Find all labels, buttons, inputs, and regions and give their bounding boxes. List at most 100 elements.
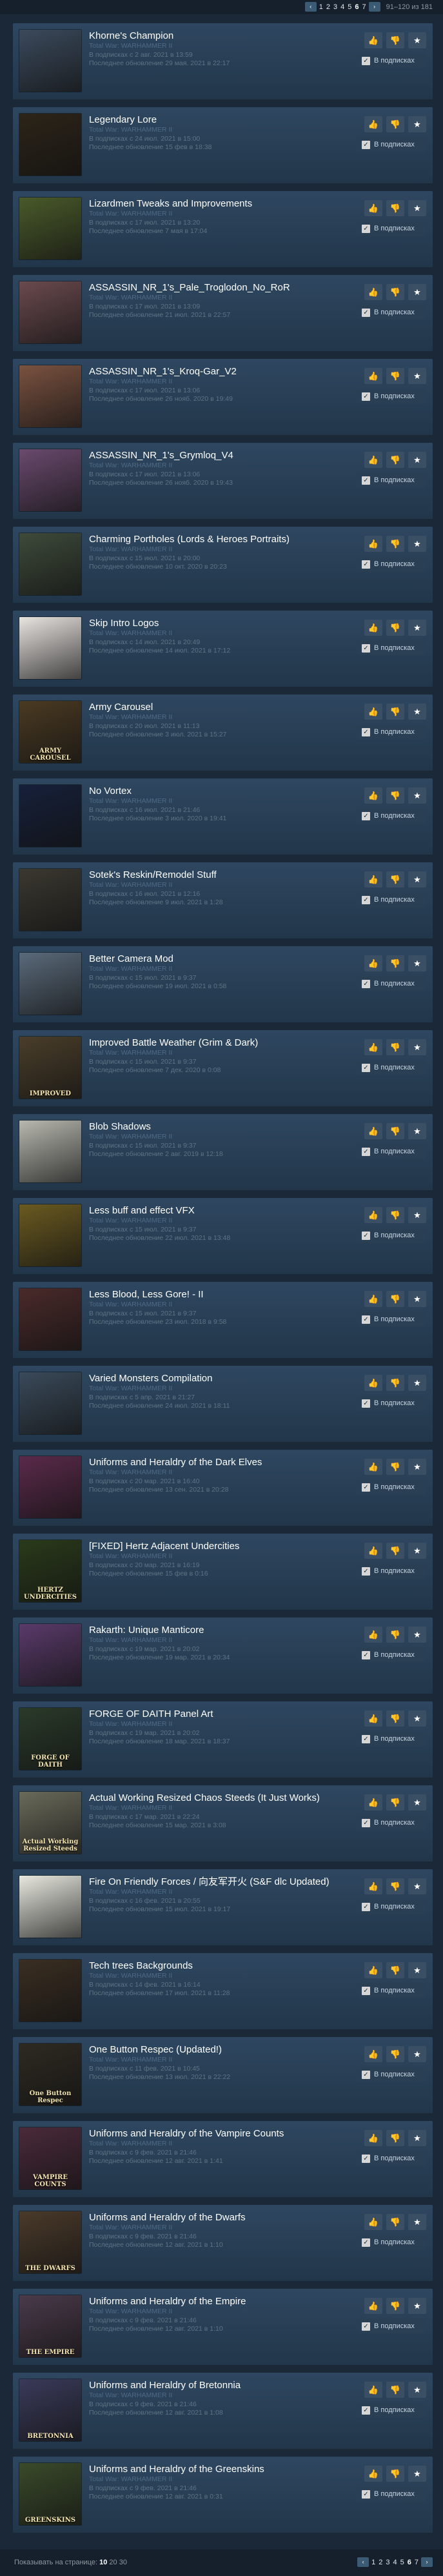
item-thumbnail[interactable] bbox=[19, 449, 81, 511]
thumbs-down-button[interactable]: 👎 bbox=[386, 1627, 404, 1643]
thumbs-down-button[interactable]: 👎 bbox=[386, 368, 404, 384]
prev-page-button-bottom[interactable]: ‹ bbox=[357, 2557, 369, 2567]
item-thumbnail[interactable] bbox=[19, 198, 81, 259]
thumbs-down-button[interactable]: 👎 bbox=[386, 704, 404, 720]
item-title[interactable]: Uniforms and Heraldry of Bretonnia bbox=[89, 2379, 350, 2391]
subscribed-toggle[interactable]: ✓ В подписках bbox=[357, 1816, 426, 1830]
item-thumbnail[interactable]: THE DWARFS bbox=[19, 2211, 81, 2273]
item-title[interactable]: Uniforms and Heraldry of the Vampire Cou… bbox=[89, 2127, 350, 2140]
thumbs-down-button[interactable]: 👎 bbox=[386, 1039, 404, 1055]
favorite-star-button[interactable]: ★ bbox=[408, 116, 426, 132]
thumbs-up-button[interactable]: 👍 bbox=[364, 1710, 382, 1727]
thumbs-down-button[interactable]: 👎 bbox=[386, 1207, 404, 1223]
item-thumbnail[interactable]: FORGE OF DAITH bbox=[19, 1708, 81, 1770]
item-title[interactable]: Uniforms and Heraldry of the Empire bbox=[89, 2295, 350, 2307]
item-thumbnail[interactable] bbox=[19, 533, 81, 595]
favorite-star-button[interactable]: ★ bbox=[408, 536, 426, 552]
subscribed-toggle[interactable]: ✓ В подписках bbox=[357, 473, 426, 487]
page-link-3[interactable]: 3 bbox=[333, 3, 338, 11]
subscribed-toggle[interactable]: ✓ В подписках bbox=[357, 1312, 426, 1326]
thumbs-down-button[interactable]: 👎 bbox=[386, 1459, 404, 1475]
favorite-star-button[interactable]: ★ bbox=[408, 1459, 426, 1475]
subscribed-toggle[interactable]: ✓ В подписках bbox=[357, 1060, 426, 1075]
thumbs-up-button[interactable]: 👍 bbox=[364, 536, 382, 552]
item-title[interactable]: Charming Portholes (Lords & Heroes Portr… bbox=[89, 533, 350, 545]
thumbs-up-button[interactable]: 👍 bbox=[364, 2130, 382, 2146]
favorite-star-button[interactable]: ★ bbox=[408, 871, 426, 887]
thumbs-down-button[interactable]: 👎 bbox=[386, 1291, 404, 1307]
favorite-star-button[interactable]: ★ bbox=[408, 32, 426, 48]
subscribed-toggle[interactable]: ✓ В подписках bbox=[357, 809, 426, 823]
thumbs-up-button[interactable]: 👍 bbox=[364, 284, 382, 300]
thumbs-up-button[interactable]: 👍 bbox=[364, 1962, 382, 1978]
item-thumbnail[interactable]: BRETONNIA bbox=[19, 2379, 81, 2441]
item-thumbnail[interactable] bbox=[19, 30, 81, 92]
subscribed-toggle[interactable]: ✓ В подписках bbox=[357, 557, 426, 571]
thumbs-up-button[interactable]: 👍 bbox=[364, 2298, 382, 2314]
item-title[interactable]: Fire On Friendly Forces / 向友军开火 (S&F dlc… bbox=[89, 1876, 350, 1888]
thumbs-up-button[interactable]: 👍 bbox=[364, 200, 382, 216]
page-link-1-bottom[interactable]: 1 bbox=[371, 2559, 376, 2566]
favorite-star-button[interactable]: ★ bbox=[408, 704, 426, 720]
item-title[interactable]: [FIXED] Hertz Adjacent Undercities bbox=[89, 1540, 350, 1552]
thumbs-up-button[interactable]: 👍 bbox=[364, 1375, 382, 1391]
thumbs-down-button[interactable]: 👎 bbox=[386, 1543, 404, 1559]
page-link-5[interactable]: 5 bbox=[347, 3, 352, 11]
favorite-star-button[interactable]: ★ bbox=[408, 1375, 426, 1391]
page-link-4[interactable]: 4 bbox=[340, 3, 345, 11]
thumbs-up-button[interactable]: 👍 bbox=[364, 2214, 382, 2230]
thumbs-up-button[interactable]: 👍 bbox=[364, 1543, 382, 1559]
prev-page-button[interactable]: ‹ bbox=[304, 2, 317, 12]
thumbs-up-button[interactable]: 👍 bbox=[364, 116, 382, 132]
subscribed-toggle[interactable]: ✓ В подписках bbox=[357, 2319, 426, 2333]
per-page-30[interactable]: 30 bbox=[119, 2559, 127, 2566]
subscribed-toggle[interactable]: ✓ В подписках bbox=[357, 137, 426, 152]
thumbs-up-button[interactable]: 👍 bbox=[364, 955, 382, 971]
subscribed-toggle[interactable]: ✓ В подписках bbox=[357, 1983, 426, 1998]
subscribed-toggle[interactable]: ✓ В подписках bbox=[357, 2487, 426, 2501]
item-title[interactable]: Uniforms and Heraldry of the Greenskins bbox=[89, 2463, 350, 2475]
item-thumbnail[interactable] bbox=[19, 617, 81, 679]
item-title[interactable]: Legendary Lore bbox=[89, 114, 350, 126]
thumbs-up-button[interactable]: 👍 bbox=[364, 1627, 382, 1643]
subscribed-toggle[interactable]: ✓ В подписках bbox=[357, 2151, 426, 2165]
page-link-2-bottom[interactable]: 2 bbox=[378, 2559, 383, 2566]
item-thumbnail[interactable] bbox=[19, 785, 81, 847]
thumbs-up-button[interactable]: 👍 bbox=[364, 871, 382, 887]
item-title[interactable]: Improved Battle Weather (Grim & Dark) bbox=[89, 1037, 350, 1049]
subscribed-toggle[interactable]: ✓ В подписках bbox=[357, 54, 426, 68]
favorite-star-button[interactable]: ★ bbox=[408, 787, 426, 804]
favorite-star-button[interactable]: ★ bbox=[408, 452, 426, 468]
item-title[interactable]: ASSASSIN_NR_1's_Pale_Troglodon_No_RoR bbox=[89, 281, 350, 294]
per-page-20[interactable]: 20 bbox=[109, 2559, 117, 2566]
thumbs-up-button[interactable]: 👍 bbox=[364, 1291, 382, 1307]
thumbs-up-button[interactable]: 👍 bbox=[364, 2466, 382, 2482]
thumbs-down-button[interactable]: 👎 bbox=[386, 116, 404, 132]
subscribed-toggle[interactable]: ✓ В подписках bbox=[357, 1900, 426, 1914]
subscribed-toggle[interactable]: ✓ В подписках bbox=[357, 1732, 426, 1746]
thumbs-up-button[interactable]: 👍 bbox=[364, 452, 382, 468]
item-thumbnail[interactable]: ARMY CAROUSEL bbox=[19, 701, 81, 763]
item-thumbnail[interactable]: THE EMPIRE bbox=[19, 2295, 81, 2357]
thumbs-down-button[interactable]: 👎 bbox=[386, 787, 404, 804]
item-thumbnail[interactable] bbox=[19, 365, 81, 427]
favorite-star-button[interactable]: ★ bbox=[408, 2130, 426, 2146]
thumbs-up-button[interactable]: 👍 bbox=[364, 620, 382, 636]
subscribed-toggle[interactable]: ✓ В подписках bbox=[357, 641, 426, 655]
thumbs-up-button[interactable]: 👍 bbox=[364, 368, 382, 384]
subscribed-toggle[interactable]: ✓ В подписках bbox=[357, 221, 426, 236]
item-title[interactable]: Uniforms and Heraldry of the Dwarfs bbox=[89, 2211, 350, 2224]
favorite-star-button[interactable]: ★ bbox=[408, 1123, 426, 1139]
item-thumbnail[interactable] bbox=[19, 1121, 81, 1182]
subscribed-toggle[interactable]: ✓ В подписках bbox=[357, 2067, 426, 2082]
item-title[interactable]: ASSASSIN_NR_1's_Kroq-Gar_V2 bbox=[89, 365, 350, 378]
item-thumbnail[interactable] bbox=[19, 1288, 81, 1350]
page-link-7[interactable]: 7 bbox=[362, 3, 367, 11]
thumbs-up-button[interactable]: 👍 bbox=[364, 2382, 382, 2398]
subscribed-toggle[interactable]: ✓ В подписках bbox=[357, 389, 426, 403]
item-thumbnail[interactable] bbox=[19, 953, 81, 1015]
subscribed-toggle[interactable]: ✓ В подписках bbox=[357, 977, 426, 991]
item-thumbnail[interactable]: One Button Respec bbox=[19, 2044, 81, 2105]
thumbs-up-button[interactable]: 👍 bbox=[364, 1039, 382, 1055]
item-thumbnail[interactable]: VAMPIRE COUNTS bbox=[19, 2127, 81, 2189]
